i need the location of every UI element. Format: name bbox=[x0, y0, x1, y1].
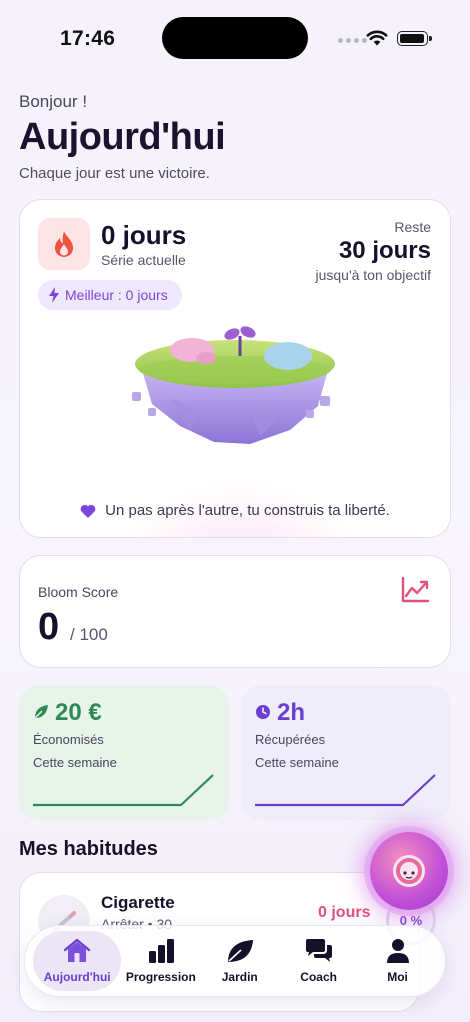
mascot-icon bbox=[393, 855, 425, 887]
signal-icon bbox=[338, 38, 367, 43]
remaining-label: Reste bbox=[394, 219, 431, 235]
quote-text: Un pas après l'autre, tu construis ta li… bbox=[105, 502, 390, 519]
tab-profile[interactable]: Moi bbox=[358, 931, 437, 991]
person-icon bbox=[386, 939, 409, 963]
money-saved-card[interactable]: 20 € Économisés Cette semaine bbox=[19, 685, 229, 820]
habits-section-title: Mes habitudes bbox=[19, 838, 158, 860]
score-max: / 100 bbox=[70, 625, 108, 644]
heart-icon bbox=[80, 504, 96, 518]
streak-count: 0 jours bbox=[101, 220, 187, 250]
time-sparkline bbox=[255, 774, 436, 807]
home-icon bbox=[63, 938, 91, 962]
wifi-icon bbox=[366, 30, 388, 46]
best-streak-label: Meilleur : 0 jours bbox=[65, 287, 168, 303]
leaf-icon bbox=[227, 940, 253, 962]
tab-progression[interactable]: Progression bbox=[121, 931, 200, 991]
time-recovered-period: Cette semaine bbox=[255, 755, 339, 770]
best-streak-badge: Meilleur : 0 jours bbox=[38, 280, 182, 310]
bloom-score-card[interactable]: Bloom Score 0 / 100 bbox=[19, 555, 451, 668]
tab-label: Coach bbox=[300, 970, 337, 984]
dynamic-island bbox=[162, 17, 308, 59]
time-recovered-value: 2h bbox=[277, 699, 306, 726]
bar-chart-icon bbox=[148, 939, 174, 963]
motivation-quote: Un pas après l'autre, tu construis ta li… bbox=[20, 502, 450, 519]
score-value: 0 bbox=[38, 606, 60, 648]
money-saved-period: Cette semaine bbox=[33, 755, 117, 770]
tab-label: Jardin bbox=[221, 970, 258, 984]
streak-label: Série actuelle bbox=[101, 252, 186, 268]
habit-name: Cigarette bbox=[101, 893, 175, 912]
greeting: Bonjour ! bbox=[19, 92, 88, 111]
money-sparkline bbox=[33, 774, 214, 807]
tab-garden[interactable]: Jardin bbox=[200, 931, 279, 991]
tab-bar: Aujourd'hui Progression Jardin Coach Moi bbox=[24, 925, 446, 997]
remaining-subtitle: jusqu'à ton objectif bbox=[315, 267, 431, 283]
time-recovered-card[interactable]: 2h Récupérées Cette semaine bbox=[241, 685, 451, 820]
tab-coach[interactable]: Coach bbox=[279, 931, 358, 991]
tab-label: Progression bbox=[125, 970, 196, 984]
status-time: 17:46 bbox=[60, 27, 116, 50]
lightning-icon bbox=[49, 287, 59, 303]
money-saved-label: Économisés bbox=[33, 732, 104, 747]
leaf-icon bbox=[34, 705, 48, 719]
floating-island-illustration bbox=[132, 326, 335, 444]
chat-bubbles-icon bbox=[305, 939, 332, 962]
page-title: Aujourd'hui bbox=[19, 116, 226, 158]
flame-badge bbox=[38, 218, 90, 270]
tab-today[interactable]: Aujourd'hui bbox=[33, 931, 122, 991]
money-saved-value: 20 € bbox=[55, 699, 102, 726]
battery-icon bbox=[397, 31, 432, 46]
page-subtitle: Chaque jour est une victoire. bbox=[19, 165, 210, 182]
coach-mascot-button[interactable] bbox=[370, 832, 448, 910]
flame-icon bbox=[55, 231, 73, 257]
tab-label: Moi bbox=[387, 970, 408, 984]
status-bar: 17:46 bbox=[0, 0, 470, 76]
remaining-days: 30 jours bbox=[338, 237, 431, 264]
tab-label: Aujourd'hui bbox=[43, 970, 111, 984]
streak-card[interactable]: 0 jours Série actuelle Reste 30 jours ju… bbox=[19, 199, 451, 538]
trend-up-icon bbox=[401, 576, 430, 603]
score-label: Bloom Score bbox=[38, 584, 119, 600]
clock-icon bbox=[256, 705, 270, 719]
time-recovered-label: Récupérées bbox=[255, 732, 326, 747]
habit-days: 0 jours bbox=[318, 904, 371, 921]
